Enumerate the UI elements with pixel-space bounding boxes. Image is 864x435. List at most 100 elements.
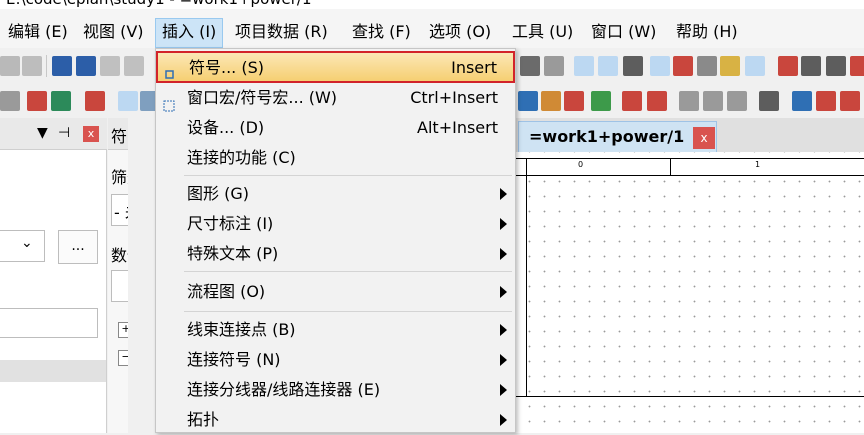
document-tab-title: =work1+power/1 [529,127,685,146]
page-next-icon[interactable] [51,91,71,111]
potential-icon[interactable] [591,91,611,111]
menu-item-flowchart[interactable]: 流程图 (O) [156,277,515,307]
menu-item-connection-function[interactable]: 连接的功能 (C) [156,143,515,173]
menu-insert[interactable]: 插入 (I) [155,18,224,48]
menu-item-graphics[interactable]: 图形 (G) [156,179,515,209]
menu-item-device-shortcut: Alt+Insert [417,118,498,137]
insert-menu-dropdown: 符号... (S) Insert 窗口宏/符号宏... (W) Ctrl+Ins… [155,48,516,433]
hatch-icon[interactable] [679,91,699,111]
wire-icon[interactable] [778,56,798,76]
menu-item-topology-label: 拓扑 [187,410,220,429]
tab-close-icon[interactable]: x [693,127,715,149]
box-icon[interactable] [564,91,584,111]
arrow-icon[interactable] [0,91,20,111]
bus-icon[interactable] [801,56,821,76]
record-icon[interactable] [720,56,740,76]
drawing-canvas[interactable]: 0 1 [515,152,864,433]
left-combo[interactable]: ⌄ [0,230,45,262]
undo-icon[interactable] [52,56,72,76]
menu-separator [184,175,512,176]
menu-item-dimension[interactable]: 尺寸标注 (I) [156,209,515,239]
submenu-arrow-icon [500,414,507,426]
interrupt-icon[interactable] [622,91,642,111]
connection-point-icon[interactable] [840,91,860,111]
filter-select[interactable]: - 未激 [111,194,128,226]
document-tab[interactable]: =work1+power/1 x [518,121,717,153]
menu-item-dimension-label: 尺寸标注 (I) [187,214,274,233]
menu-item-symbol[interactable]: 符号... (S) Insert [156,51,515,83]
pattern-icon[interactable] [727,91,747,111]
ruler-tick [670,159,671,175]
left-list-row[interactable] [0,360,106,382]
page-view-icon[interactable] [745,56,765,76]
grid-icon[interactable] [544,56,564,76]
dropdown-arrow-icon[interactable]: ▼ [37,125,48,141]
menu-item-symbol-label: 符号... (S) [189,58,264,77]
brush-icon[interactable] [0,56,20,76]
submenu-arrow-icon [500,384,507,396]
menu-help[interactable]: 帮助 (H) [670,18,744,46]
device-icon[interactable] [518,91,538,111]
menu-view[interactable]: 视图 (V) [77,18,150,46]
pin-icon[interactable]: ⊣ [58,125,70,141]
delete-page-icon[interactable] [85,91,105,111]
menu-item-flowchart-label: 流程图 (O) [187,282,266,301]
select-icon[interactable] [118,91,138,111]
menu-window[interactable]: 窗口 (W) [585,18,662,46]
grid-snap-icon[interactable] [520,56,540,76]
tree-collapse-icon[interactable]: − [118,350,128,366]
menu-find[interactable]: 查找 (F) [346,18,417,46]
terminal-icon[interactable] [850,56,864,76]
symbol-panel-body: 筛选器 - 未激 数值: + − [108,150,128,433]
submenu-arrow-icon [500,248,507,260]
redo-list-icon[interactable] [124,56,144,76]
menu-bar: 编辑 (E) 视图 (V) 插入 (I) 项目数据 (R) 查找 (F) 选项 … [0,9,864,48]
submenu-arrow-icon [500,354,507,366]
page-prev-icon[interactable] [27,91,47,111]
filter-label: 筛选器 [111,168,128,187]
busbar-icon[interactable] [759,91,779,111]
toolbar-separator [46,55,47,77]
undo-list-icon[interactable] [76,56,96,76]
menu-tools[interactable]: 工具 (U) [506,18,579,46]
left-field[interactable] [0,308,98,338]
menu-item-special-text[interactable]: 特殊文本 (P) [156,239,515,269]
macro-icon [163,92,175,112]
connection-icon[interactable] [697,56,717,76]
menu-item-topology[interactable]: 拓扑 [156,405,515,435]
object-snap-icon[interactable] [598,56,618,76]
value-field[interactable] [111,270,128,302]
window-title: E:\code\eplan\study1 - =work1+power/1 [6,0,312,8]
fill-icon[interactable] [703,91,723,111]
menu-item-connection-symbol[interactable]: 连接符号 (N) [156,345,515,375]
menu-edit[interactable]: 编辑 (E) [2,18,74,46]
shield-icon[interactable] [816,91,836,111]
grid-dots-icon[interactable] [574,56,594,76]
menu-item-device[interactable]: 设备... (D) Alt+Insert [156,113,515,143]
interrupt-point-icon[interactable] [647,91,667,111]
menu-item-splitter[interactable]: 连接分线器/线路连接器 (E) [156,375,515,405]
menu-item-graphics-label: 图形 (G) [187,184,249,203]
menu-item-harness-point[interactable]: 线束连接点 (B) [156,315,515,345]
tree-expand-icon[interactable]: + [118,322,128,338]
menu-item-harness-point-label: 线束连接点 (B) [187,320,296,339]
eraser-icon[interactable] [22,56,42,76]
document-tab-bar: =work1+power/1 x [515,118,864,153]
menu-project-data[interactable]: 项目数据 (R) [229,18,334,46]
sheet-border-left [526,158,527,397]
menu-separator [184,311,512,312]
cable-icon[interactable] [826,56,846,76]
redo-icon[interactable] [100,56,120,76]
logic-icon[interactable] [673,56,693,76]
filter-value: - 未激 [114,203,128,222]
close-icon[interactable]: x [83,126,99,142]
menu-item-macro[interactable]: 窗口宏/符号宏... (W) Ctrl+Insert [156,83,515,113]
browse-button[interactable]: ... [58,230,98,264]
magnet-icon[interactable] [650,56,670,76]
plc-icon[interactable] [541,91,561,111]
menu-options[interactable]: 选项 (O) [423,18,497,46]
cable-def-icon[interactable] [792,91,812,111]
menu-item-macro-shortcut: Ctrl+Insert [410,88,498,107]
window-title-bar: E:\code\eplan\study1 - =work1+power/1 [0,0,864,9]
input-grid-icon[interactable] [623,56,643,76]
